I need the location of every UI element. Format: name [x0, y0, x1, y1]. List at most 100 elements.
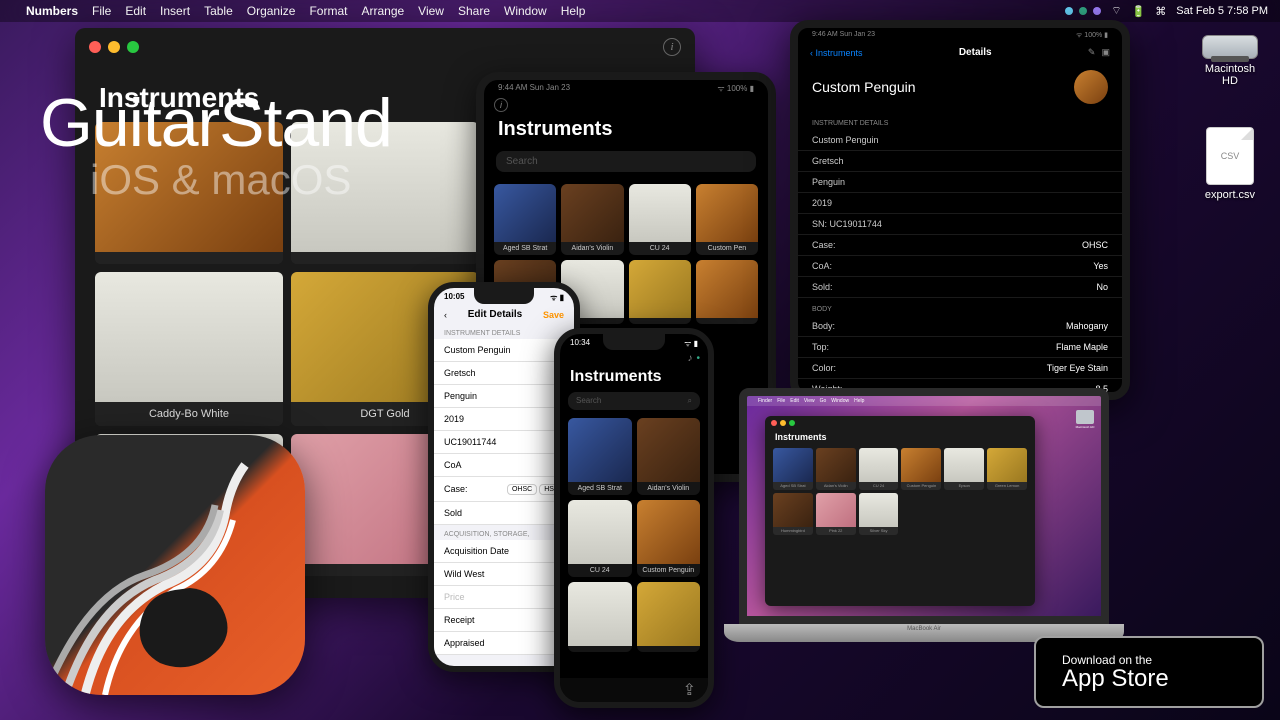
detail-row: Gretsch	[798, 151, 1122, 172]
window-traffic-lights[interactable]	[89, 41, 139, 53]
form-row[interactable]: Penguin	[434, 385, 574, 408]
status-right: ᯤ 100% ▮	[1076, 31, 1108, 40]
form-row[interactable]: Appraised	[434, 632, 574, 655]
menu-insert[interactable]: Insert	[160, 4, 190, 18]
export-csv-file-icon[interactable]: CSV export.csv	[1205, 127, 1255, 201]
macbook-disk-icon[interactable]: Macintosh HD	[1075, 410, 1095, 432]
instrument-card[interactable]	[637, 582, 701, 652]
instrument-card[interactable]: Aidan's Violin	[561, 184, 623, 255]
screen-title: Instruments	[484, 114, 768, 145]
screen-title: Instruments	[560, 366, 708, 388]
instrument-card[interactable]: Aidan's Violin	[816, 448, 856, 490]
search-input[interactable]: Search⌕	[568, 392, 700, 410]
control-center-icon[interactable]: ⌘	[1155, 5, 1166, 18]
menu-window[interactable]: Window	[504, 4, 547, 18]
instrument-card[interactable]	[629, 260, 691, 324]
form-row[interactable]: CoA	[434, 454, 574, 477]
add-icon[interactable]: •	[696, 353, 700, 364]
menu-edit[interactable]: Edit	[125, 4, 146, 18]
instrument-card[interactable]: Hummingbird	[773, 493, 813, 535]
instrument-card[interactable]: Pink 22	[816, 493, 856, 535]
menu-file[interactable]: File	[92, 4, 111, 18]
info-icon[interactable]: i	[663, 38, 681, 56]
instrument-card[interactable]	[696, 260, 758, 324]
instrument-card[interactable]: Epson	[944, 448, 984, 490]
section-header: INSTRUMENT DETAILS	[798, 112, 1122, 130]
instrument-card[interactable]: Aged SB Strat	[494, 184, 556, 255]
form-row[interactable]: 2019	[434, 408, 574, 431]
instrument-card[interactable]: Custom Pen	[696, 184, 758, 255]
instrument-card[interactable]	[568, 582, 632, 652]
section-header: ACQUISITION, STORAGE,	[434, 525, 574, 540]
form-row[interactable]: Acquisition Date	[434, 540, 574, 563]
status-icons: ᯤ ▮	[684, 338, 698, 349]
photo-icon[interactable]: ▣	[1101, 47, 1110, 58]
form-row[interactable]: Custom Penguin	[434, 339, 574, 362]
app-store-badge[interactable]: Download on the App Store	[1034, 636, 1264, 708]
detail-row: Penguin	[798, 172, 1122, 193]
detail-row: 2019	[798, 193, 1122, 214]
form-row[interactable]: Sold	[434, 502, 574, 525]
form-row[interactable]: Wild West	[434, 563, 574, 586]
macbook-menubar: FinderFileEditViewGoWindowHelp	[747, 396, 1101, 406]
instrument-card[interactable]: Aged SB Strat	[568, 418, 632, 495]
instrument-card[interactable]: Aged SB Strat	[773, 448, 813, 490]
detail-row: Color:Tiger Eye Stain	[798, 358, 1122, 379]
detail-row: Case:OHSC	[798, 235, 1122, 256]
menu-view[interactable]: View	[418, 4, 444, 18]
instrument-card[interactable]: Silver Sky	[859, 493, 899, 535]
instrument-card[interactable]: CU 24	[568, 500, 632, 577]
instrument-thumbnail[interactable]	[1074, 70, 1108, 104]
tuning-icon[interactable]: ♪	[687, 353, 692, 364]
app-menu[interactable]: Numbers	[26, 4, 78, 18]
macbook-mockup: FinderFileEditViewGoWindowHelp Macintosh…	[724, 388, 1124, 666]
status-time: 10:05	[444, 292, 464, 303]
instrument-card[interactable]: Caddy-Bo White	[95, 272, 283, 426]
instrument-card[interactable]: Aidan's Violin	[637, 418, 701, 495]
menu-table[interactable]: Table	[204, 4, 233, 18]
guitarstand-app-icon	[45, 435, 305, 695]
desktop-icons: Macintosh HD CSV export.csv	[1200, 35, 1260, 201]
menu-format[interactable]: Format	[309, 4, 347, 18]
wifi-icon[interactable]: ⌔	[1111, 4, 1121, 18]
instrument-card[interactable]: Green Lemon	[987, 448, 1027, 490]
detail-row: Custom Penguin	[798, 130, 1122, 151]
hero-title: GuitarStand iOS & macOS	[40, 84, 392, 204]
status-indicator-icon	[1093, 7, 1101, 15]
instrument-card[interactable]: CU 24	[859, 448, 899, 490]
ipad-details-screen: 9:46 AM Sun Jan 23 ᯤ 100% ▮ ‹ Instruments…	[790, 20, 1130, 400]
form-row-case[interactable]: Case:OHSCHSC	[434, 477, 574, 502]
info-icon[interactable]: i	[494, 98, 508, 112]
form-row[interactable]: Price	[434, 586, 574, 609]
instrument-card[interactable]: CU 24	[629, 184, 691, 255]
form-row[interactable]: Receipt	[434, 609, 574, 632]
menu-arrange[interactable]: Arrange	[361, 4, 404, 18]
back-button[interactable]: ‹ Instruments	[810, 48, 863, 58]
instrument-card[interactable]: Custom Penguin	[637, 500, 701, 577]
menu-help[interactable]: Help	[561, 4, 586, 18]
battery-icon[interactable]: 🔋	[1132, 5, 1146, 18]
save-button[interactable]: Save	[543, 310, 564, 320]
platform-subtitle: iOS & macOS	[40, 156, 392, 204]
menu-organize[interactable]: Organize	[247, 4, 296, 18]
status-indicator-icon	[1065, 7, 1073, 15]
detail-row: CoA:Yes	[798, 256, 1122, 277]
status-left: 9:46 AM Sun Jan 23	[812, 31, 875, 40]
menubar-clock[interactable]: Sat Feb 5 7:58 PM	[1176, 5, 1268, 17]
status-icons: ᯤ ▮	[550, 292, 564, 303]
form-row[interactable]: Gretsch	[434, 362, 574, 385]
iphone-instruments-dark: 10:34ᯤ ▮ ♪• Instruments Search⌕ Aged SB …	[554, 328, 714, 708]
menu-share[interactable]: Share	[458, 4, 490, 18]
back-icon[interactable]: ‹	[444, 310, 447, 320]
search-input[interactable]: Search	[496, 151, 756, 172]
edit-icon[interactable]: ✎	[1088, 47, 1096, 58]
detail-row: Sold:No	[798, 277, 1122, 298]
detail-row: SN: UC19011744	[798, 214, 1122, 235]
share-icon[interactable]: ⇪	[683, 680, 696, 700]
instrument-card[interactable]: Custom Penguin	[901, 448, 941, 490]
form-row[interactable]: UC19011744	[434, 431, 574, 454]
ipad-status-right: ᯤ 100% ▮	[717, 83, 754, 93]
macintosh-hd-icon[interactable]: Macintosh HD	[1200, 35, 1260, 87]
section-header: INSTRUMENT DETAILS	[434, 324, 574, 339]
screen-title: Edit Details	[468, 309, 522, 320]
